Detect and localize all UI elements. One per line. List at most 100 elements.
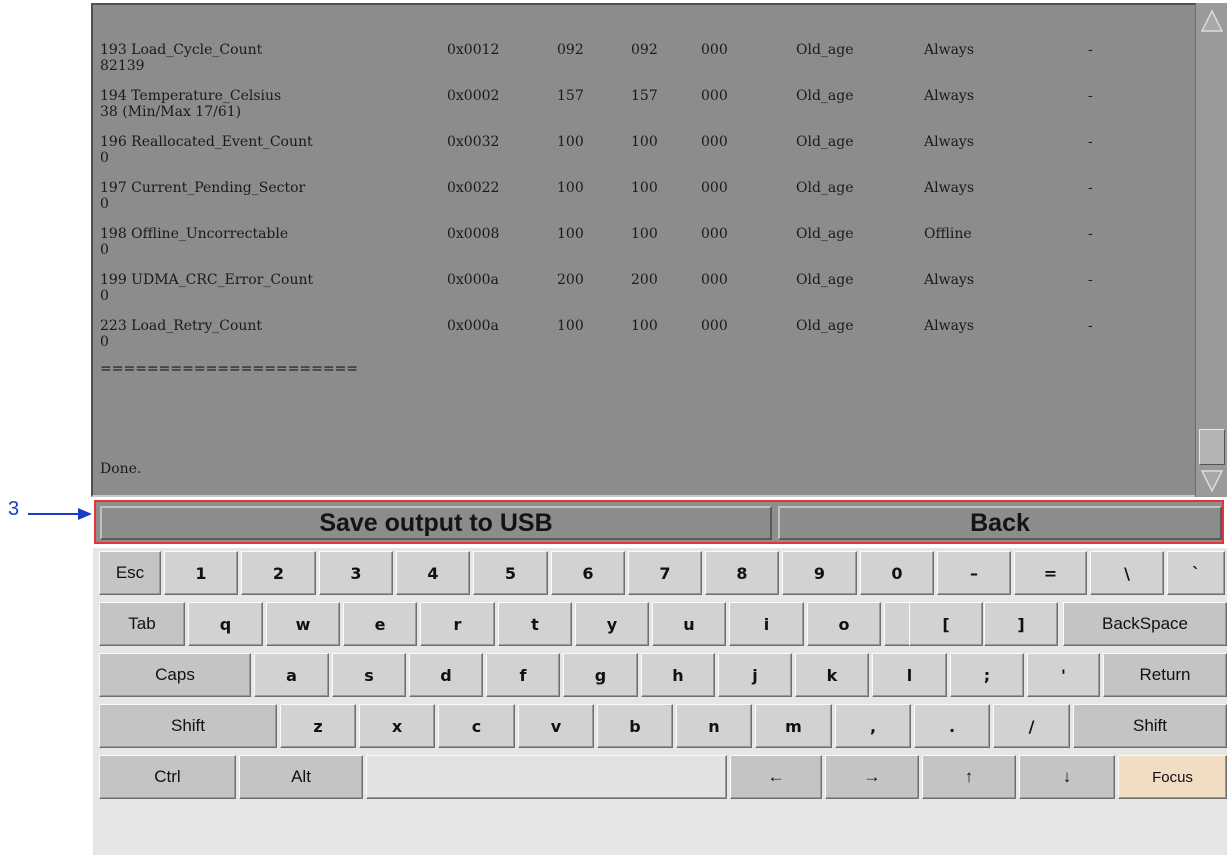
key-s[interactable]: s (332, 653, 406, 697)
output-panel[interactable]: 193 Load_Cycle_Count 0x0012 092 092 000 Old_a… (91, 3, 1227, 497)
key-[[interactable]: [ (909, 602, 983, 646)
key-1[interactable]: 1 (164, 551, 238, 595)
key-a[interactable]: a (254, 653, 329, 697)
attr-when-failed: - (1088, 42, 1093, 59)
key-m[interactable]: m (755, 704, 832, 748)
alt-key[interactable]: Alt (239, 755, 363, 799)
key-l[interactable]: l (872, 653, 947, 697)
output-separator: ====================== (100, 361, 359, 377)
shift-key[interactable]: Shift (1073, 704, 1227, 748)
backspace-key[interactable]: BackSpace (1063, 602, 1227, 646)
smart-attribute-row: 194 Temperature_Celsius 0x0002 157 157 000 Ol… (100, 89, 1180, 135)
key-3[interactable]: 3 (319, 551, 393, 595)
key-i[interactable]: i (729, 602, 804, 646)
attr-type: Old_age (796, 226, 854, 243)
annotation-number: 3 (8, 498, 20, 520)
key-y[interactable]: y (575, 602, 649, 646)
key-7[interactable]: 7 (628, 551, 702, 595)
focus-key[interactable]: Focus (1118, 755, 1227, 799)
attr-flag: 0x0002 (447, 88, 500, 105)
key-][interactable]: ] (984, 602, 1058, 646)
key-r[interactable]: r (420, 602, 495, 646)
attr-name: 196 Reallocated_Event_Count (100, 134, 313, 151)
attr-type: Old_age (796, 180, 854, 197)
attr-worst: 157 (631, 88, 658, 105)
down-arrow-key[interactable]: ↓ (1019, 755, 1115, 799)
shift-key[interactable]: Shift (99, 704, 277, 748)
key-b[interactable]: b (597, 704, 673, 748)
save-output-to-usb-button[interactable]: Save output to USB (100, 506, 772, 540)
key-–[interactable]: – (937, 551, 1011, 595)
attr-thresh: 000 (701, 180, 728, 197)
attr-flag: 0x000a (447, 272, 499, 289)
key-e[interactable]: e (343, 602, 417, 646)
attr-updated: Offline (924, 226, 972, 243)
attr-raw-value: 82139 (100, 57, 145, 74)
key-g[interactable]: g (563, 653, 638, 697)
attr-type: Old_age (796, 88, 854, 105)
scroll-down-arrow-icon[interactable] (1200, 469, 1224, 493)
key-v[interactable]: v (518, 704, 594, 748)
key-`[interactable]: ` (1167, 551, 1225, 595)
attr-type: Old_age (796, 318, 854, 335)
key-5[interactable]: 5 (473, 551, 548, 595)
return-key[interactable]: Return (1103, 653, 1227, 697)
attr-value: 157 (557, 88, 584, 105)
key-d[interactable]: d (409, 653, 483, 697)
smart-attribute-row: 223 Load_Retry_Count 0x000a 100 100 000 Old_a… (100, 319, 1180, 365)
right-arrow-key[interactable]: → (825, 755, 919, 799)
key-o[interactable]: o (807, 602, 881, 646)
key-=[interactable]: = (1014, 551, 1087, 595)
vertical-scrollbar[interactable] (1195, 3, 1227, 497)
key-\[interactable]: \ (1090, 551, 1164, 595)
ctrl-key[interactable]: Ctrl (99, 755, 236, 799)
key-8[interactable]: 8 (705, 551, 779, 595)
attr-thresh: 000 (701, 42, 728, 59)
key-.[interactable]: . (914, 704, 990, 748)
scroll-up-arrow-icon[interactable] (1200, 9, 1224, 33)
scrollbar-thumb[interactable] (1199, 429, 1225, 465)
annotation-arrow-icon (28, 508, 92, 520)
key-q[interactable]: q (188, 602, 263, 646)
key-4[interactable]: 4 (396, 551, 470, 595)
key-6[interactable]: 6 (551, 551, 625, 595)
smart-attribute-row: 199 UDMA_CRC_Error_Count 0x000a 200 200 000 O… (100, 273, 1180, 319)
key-w[interactable]: w (266, 602, 340, 646)
output-text: 193 Load_Cycle_Count 0x0012 092 092 000 Old_a… (100, 12, 1180, 492)
left-arrow-key[interactable]: ← (730, 755, 822, 799)
key-/[interactable]: / (993, 704, 1070, 748)
caps-lock-key[interactable]: Caps (99, 653, 251, 697)
key-c[interactable]: c (438, 704, 515, 748)
up-arrow-key[interactable]: ↑ (922, 755, 1016, 799)
key-k[interactable]: k (795, 653, 869, 697)
attr-flag: 0x0012 (447, 42, 500, 59)
attr-thresh: 000 (701, 318, 728, 335)
attr-thresh: 000 (701, 88, 728, 105)
key-j[interactable]: j (718, 653, 792, 697)
attr-updated: Always (924, 272, 975, 289)
keyboard-row-2: Tabqwertyuiop[]BackSpace (93, 599, 1227, 650)
key-f[interactable]: f (486, 653, 560, 697)
key-;[interactable]: ; (950, 653, 1024, 697)
key-'[interactable]: ' (1027, 653, 1100, 697)
attr-raw-value: 0 (100, 195, 109, 212)
attr-raw-value: 38 (Min/Max 17/61) (100, 103, 242, 120)
attr-value: 100 (557, 318, 584, 335)
key-t[interactable]: t (498, 602, 572, 646)
key-h[interactable]: h (641, 653, 715, 697)
key-2[interactable]: 2 (241, 551, 316, 595)
key-n[interactable]: n (676, 704, 752, 748)
space-key[interactable] (366, 755, 727, 799)
key-0[interactable]: 0 (860, 551, 934, 595)
key-x[interactable]: x (359, 704, 435, 748)
attr-when-failed: - (1088, 318, 1093, 335)
smart-attribute-row: 198 Offline_Uncorrectable 0x0008 100 100 000… (100, 227, 1180, 273)
key-z[interactable]: z (280, 704, 356, 748)
key-9[interactable]: 9 (782, 551, 857, 595)
esc-key[interactable]: Esc (99, 551, 161, 595)
key-,[interactable]: , (835, 704, 911, 748)
back-button[interactable]: Back (778, 506, 1222, 540)
key-u[interactable]: u (652, 602, 726, 646)
attr-thresh: 000 (701, 134, 728, 151)
tab-key[interactable]: Tab (99, 602, 185, 646)
